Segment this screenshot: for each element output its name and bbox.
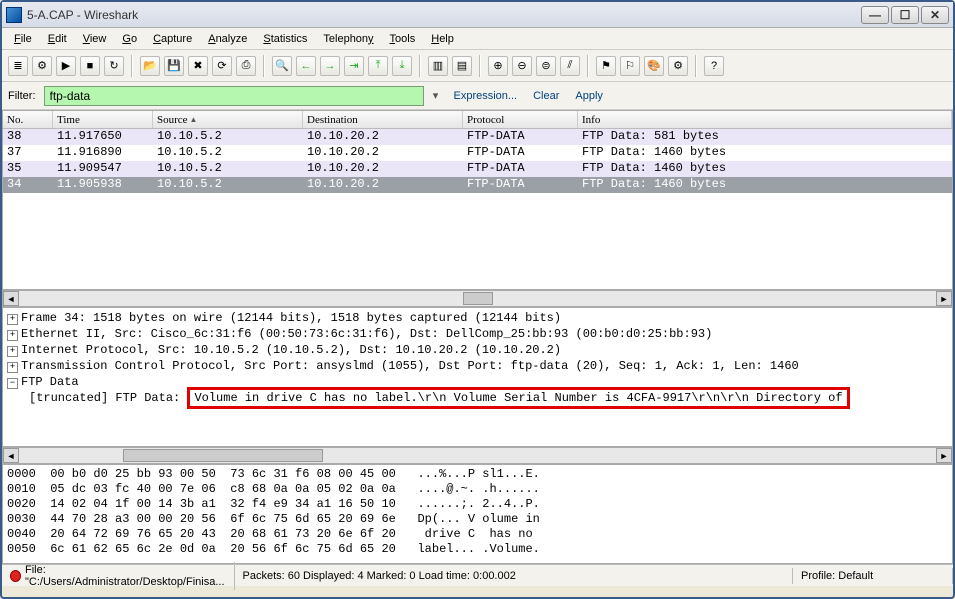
toolbar: ≣ ⚙ ▶ ■ ↻ 📂 💾 ✖ ⟳ ⎙ 🔍 ← → ⇥ ⤒ ⤓ ▥ ▤ ⊕ ⊖ … [2,50,953,82]
hscroll-details[interactable]: ◄ ► [2,447,953,464]
menu-help[interactable]: Help [425,31,460,47]
col-source[interactable]: Source▲ [153,111,303,128]
restart-capture-icon[interactable]: ↻ [104,56,124,76]
start-capture-icon[interactable]: ▶ [56,56,76,76]
filter-input[interactable] [44,86,424,106]
ftp-data-label: [truncated] FTP Data: [29,391,180,405]
table-row[interactable]: 3711.91689010.10.5.210.10.20.2FTP-DATAFT… [3,145,952,161]
col-time[interactable]: Time [53,111,153,128]
menu-telephony[interactable]: Telephony [317,31,379,47]
resize-columns-icon[interactable]: ⫽ [560,56,580,76]
forward-icon[interactable]: → [320,56,340,76]
statusbar: File: "C:/Users/Administrator/Desktop/Fi… [2,564,953,586]
interfaces-icon[interactable]: ≣ [8,56,28,76]
menu-statistics[interactable]: Statistics [257,31,313,47]
table-row[interactable]: 3511.90954710.10.5.210.10.20.2FTP-DATAFT… [3,161,952,177]
collapse-icon[interactable]: − [7,378,18,389]
status-profile[interactable]: Profile: Default [793,568,953,584]
packet-details: +Frame 34: 1518 bytes on wire (12144 bit… [2,307,953,447]
expand-icon[interactable]: + [7,314,18,325]
back-icon[interactable]: ← [296,56,316,76]
save-icon[interactable]: 💾 [164,56,184,76]
menu-tools[interactable]: Tools [384,31,422,47]
menu-view[interactable]: View [77,31,113,47]
tree-item[interactable]: +Transmission Control Protocol, Src Port… [7,358,948,374]
close-button[interactable]: ✕ [921,6,949,24]
hscroll-packet-list[interactable]: ◄ ► [2,290,953,307]
display-filters-icon[interactable]: ⚐ [620,56,640,76]
filter-label: Filter: [8,90,36,102]
coloring-rules-icon[interactable]: 🎨 [644,56,664,76]
filter-dropdown-icon[interactable]: ▾ [428,89,444,102]
zoom-in-icon[interactable]: ⊕ [488,56,508,76]
colorize-icon[interactable]: ▥ [428,56,448,76]
apply-button[interactable]: Apply [575,90,603,102]
goto-icon[interactable]: ⇥ [344,56,364,76]
col-destination[interactable]: Destination [303,111,463,128]
expand-icon[interactable]: + [7,362,18,373]
col-info[interactable]: Info [578,111,952,128]
menu-analyze[interactable]: Analyze [202,31,253,47]
close-file-icon[interactable]: ✖ [188,56,208,76]
packet-bytes[interactable]: 0000 00 b0 d0 25 bb 93 00 50 73 6c 31 f6… [2,464,953,564]
expert-info-icon[interactable] [10,570,21,582]
titlebar: 5-A.CAP - Wireshark — ☐ ✕ [2,2,953,28]
menubar: File Edit View Go Capture Analyze Statis… [2,28,953,50]
scroll-right-icon[interactable]: ► [936,448,952,463]
options-icon[interactable]: ⚙ [32,56,52,76]
sort-asc-icon: ▲ [190,115,198,124]
expression-button[interactable]: Expression... [454,90,518,102]
help-icon[interactable]: ? [704,56,724,76]
reload-icon[interactable]: ⟳ [212,56,232,76]
minimize-button[interactable]: — [861,6,889,24]
scroll-thumb[interactable] [463,292,493,305]
table-row-selected[interactable]: 3411.90593810.10.5.210.10.20.2FTP-DATAFT… [3,177,952,193]
scroll-thumb[interactable] [123,449,323,462]
print-icon[interactable]: ⎙ [236,56,256,76]
prefs-icon[interactable]: ⚙ [668,56,688,76]
highlighted-payload: Volume in drive C has no label.\r\n Volu… [187,387,849,409]
tree-item[interactable]: [truncated] FTP Data: Volume in drive C … [7,390,948,406]
window-title: 5-A.CAP - Wireshark [27,8,861,22]
status-file: File: "C:/Users/Administrator/Desktop/Fi… [2,562,235,590]
menu-capture[interactable]: Capture [147,31,198,47]
menu-go[interactable]: Go [116,31,143,47]
scroll-left-icon[interactable]: ◄ [3,448,19,463]
tree-item[interactable]: +Internet Protocol, Src: 10.10.5.2 (10.1… [7,342,948,358]
app-icon [6,7,22,23]
first-icon[interactable]: ⤒ [368,56,388,76]
last-icon[interactable]: ⤓ [392,56,412,76]
clear-button[interactable]: Clear [533,90,559,102]
find-icon[interactable]: 🔍 [272,56,292,76]
maximize-button[interactable]: ☐ [891,6,919,24]
packet-list: No. Time Source▲ Destination Protocol In… [2,110,953,290]
expand-icon[interactable]: + [7,330,18,341]
tree-item[interactable]: +Ethernet II, Src: Cisco_6c:31:f6 (00:50… [7,326,948,342]
scroll-right-icon[interactable]: ► [936,291,952,306]
open-icon[interactable]: 📂 [140,56,160,76]
zoom-out-icon[interactable]: ⊖ [512,56,532,76]
table-row[interactable]: 3811.91765010.10.5.210.10.20.2FTP-DATAFT… [3,129,952,145]
col-protocol[interactable]: Protocol [463,111,578,128]
menu-file[interactable]: File [8,31,38,47]
menu-edit[interactable]: Edit [42,31,73,47]
status-packets: Packets: 60 Displayed: 4 Marked: 0 Load … [235,568,793,584]
filterbar: Filter: ▾ Expression... Clear Apply [2,82,953,110]
expand-icon[interactable]: + [7,346,18,357]
scroll-left-icon[interactable]: ◄ [3,291,19,306]
stop-capture-icon[interactable]: ■ [80,56,100,76]
autoscroll-icon[interactable]: ▤ [452,56,472,76]
tree-item[interactable]: +Frame 34: 1518 bytes on wire (12144 bit… [7,310,948,326]
col-no[interactable]: No. [3,111,53,128]
zoom-reset-icon[interactable]: ⊜ [536,56,556,76]
capture-filters-icon[interactable]: ⚑ [596,56,616,76]
